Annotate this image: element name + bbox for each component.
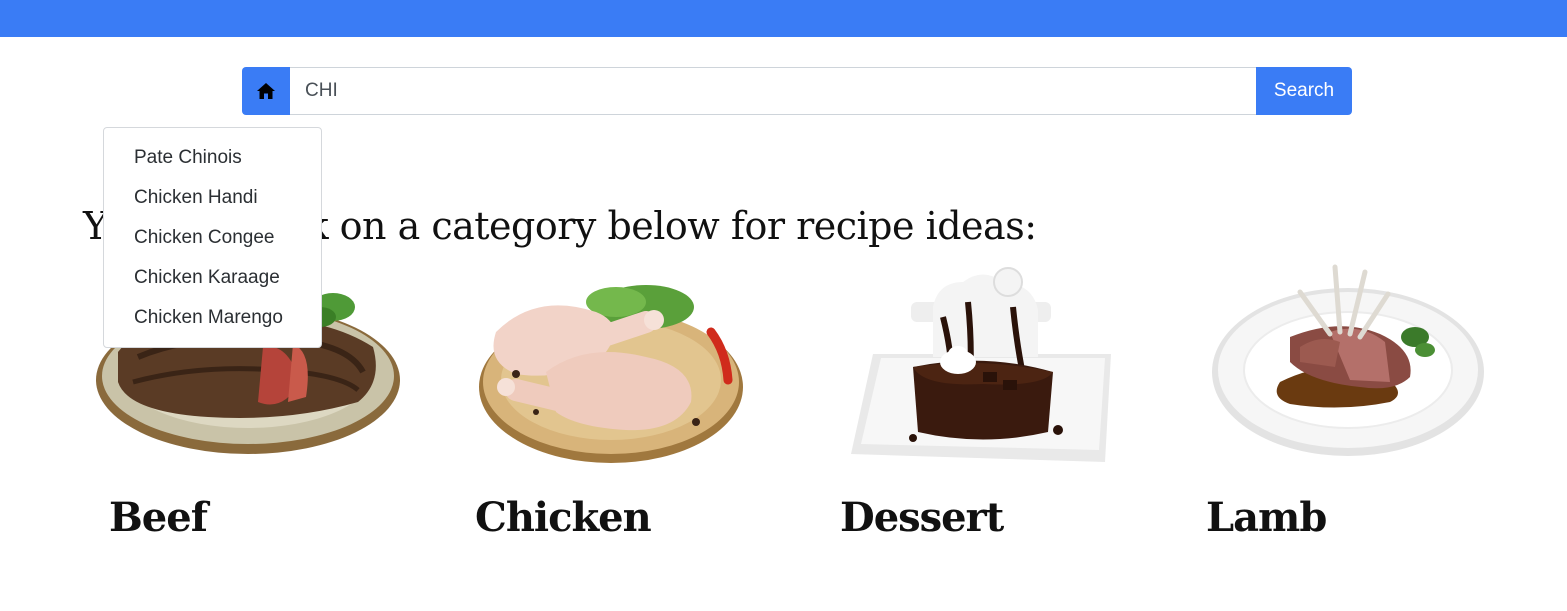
home-button[interactable]: [242, 67, 290, 115]
chocolate-cake-plate-image: [851, 267, 1111, 462]
category-card-dessert[interactable]: Dessert: [840, 262, 1173, 552]
category-title-lamb[interactable]: Lamb: [1206, 494, 1327, 541]
search-input[interactable]: [290, 67, 1256, 115]
lamb-chops-plate-image: [1212, 264, 1484, 456]
suggestion-chicken-karaage[interactable]: Chicken Karaage: [104, 260, 321, 300]
suggestion-chicken-congee[interactable]: Chicken Congee: [104, 220, 321, 260]
suggestion-chicken-handi[interactable]: Chicken Handi: [104, 180, 321, 220]
category-card-chicken[interactable]: Chicken: [475, 262, 806, 552]
suggestion-chicken-marengo[interactable]: Chicken Marengo: [104, 300, 321, 340]
chicken-legs-board-image: [479, 285, 743, 463]
home-icon: [257, 83, 275, 99]
category-title-beef[interactable]: Beef: [109, 494, 208, 541]
autocomplete-dropdown: Pate Chinois Chicken Handi Chicken Conge…: [103, 127, 322, 348]
category-card-lamb[interactable]: Lamb: [1206, 262, 1540, 552]
search-bar: Search: [242, 67, 1352, 115]
suggestion-pate-chinois[interactable]: Pate Chinois: [104, 140, 321, 180]
category-title-dessert[interactable]: Dessert: [840, 494, 1004, 541]
category-title-chicken[interactable]: Chicken: [475, 494, 652, 541]
top-header-bar: [0, 0, 1567, 37]
search-button[interactable]: Search: [1256, 67, 1352, 115]
